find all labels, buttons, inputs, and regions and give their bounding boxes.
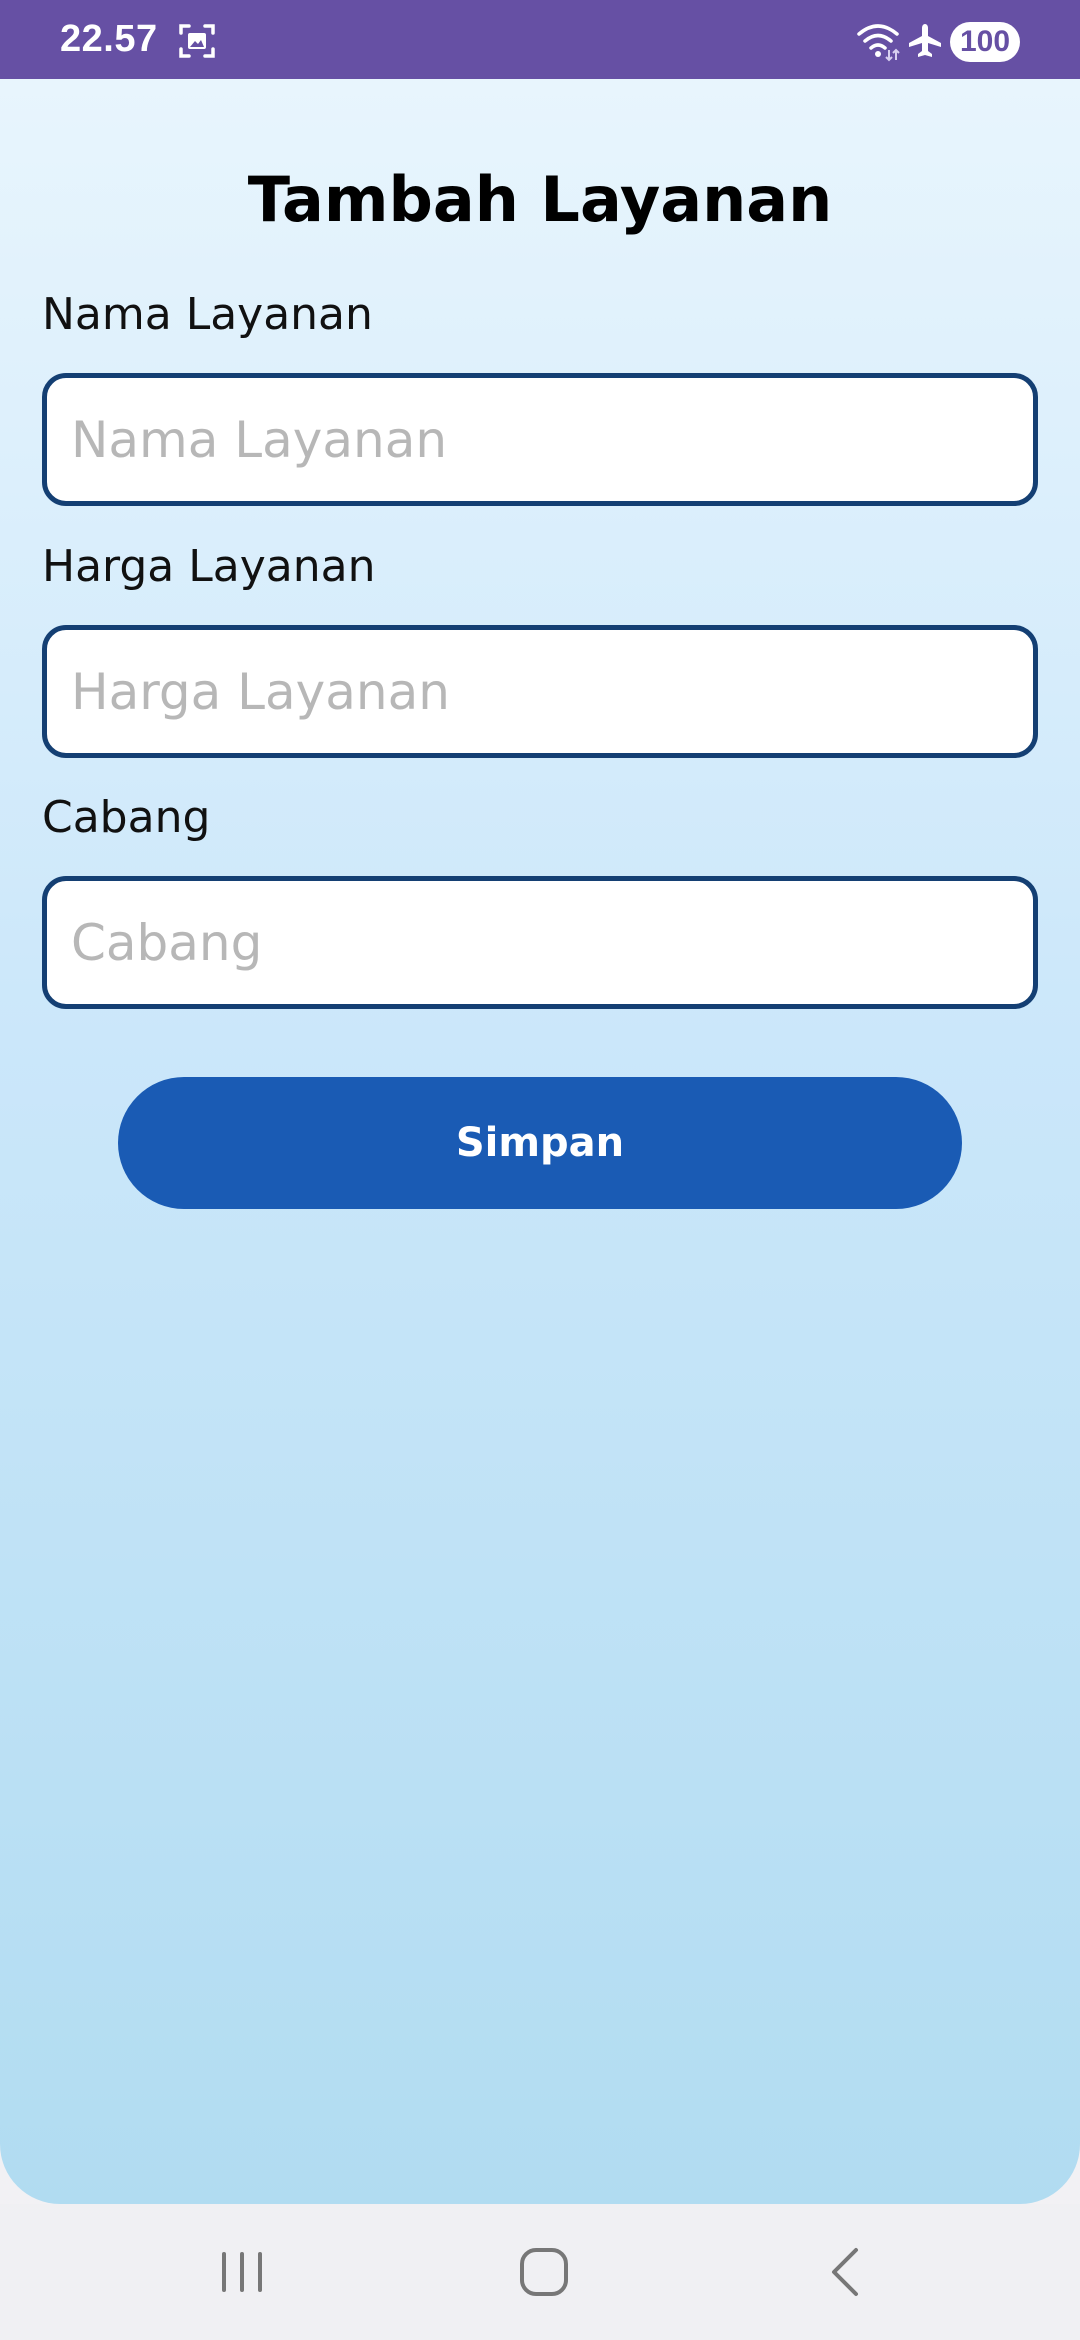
system-navigation-bar: [0, 2204, 1080, 2340]
wifi-icon: [857, 24, 900, 62]
recent-apps-icon[interactable]: [202, 2232, 282, 2312]
branch-input[interactable]: [42, 876, 1038, 1009]
save-button[interactable]: Simpan: [118, 1077, 962, 1209]
service-name-label: Nama Layanan: [42, 289, 373, 340]
status-bar: 22.57 100: [0, 0, 1080, 79]
screenshot-icon: [179, 24, 215, 58]
back-icon[interactable]: [806, 2232, 886, 2312]
home-icon[interactable]: [504, 2232, 584, 2312]
service-name-input[interactable]: [42, 373, 1038, 506]
airplane-icon: [909, 24, 941, 57]
service-price-input[interactable]: [42, 625, 1038, 758]
branch-label: Cabang: [42, 792, 211, 843]
service-price-label: Harga Layanan: [42, 541, 376, 592]
status-time: 22.57: [60, 18, 158, 60]
add-service-form-screen: Tambah Layanan Nama Layanan Harga Layana…: [0, 79, 1080, 2204]
page-title: Tambah Layanan: [247, 163, 833, 236]
battery-icon: 100: [950, 22, 1020, 62]
